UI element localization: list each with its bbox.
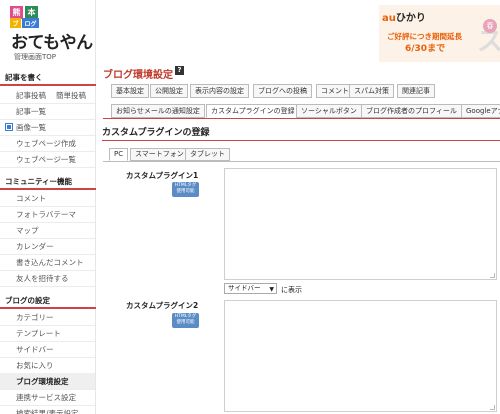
logo-box-4: ログ (22, 18, 39, 28)
tab-social-buttons[interactable]: ソーシャルボタン (296, 104, 362, 118)
sidebar-item-webpage-list[interactable]: ウェブページ一覧 (0, 151, 95, 168)
tab-public-settings[interactable]: 公開設定 (150, 84, 188, 98)
sidebar-item-photolove[interactable]: フォトラバテーマ (0, 206, 95, 223)
admin-top-link[interactable]: 管理画面TOP (14, 52, 56, 62)
tab-custom-plugin[interactable]: カスタムプラグインの登録 (206, 104, 300, 118)
chevron-down-icon: ▼ (269, 286, 274, 293)
section-heading-blog-settings: ブログの設定 (0, 292, 96, 309)
section-title: カスタムプラグインの登録 (102, 128, 210, 138)
sidebar-item-post-list[interactable]: 記事一覧 (0, 103, 95, 120)
sidebar-item-image-list[interactable]: 画像一覧 (0, 119, 95, 136)
sidebar-item-invite-friends[interactable]: 友人を招待する (0, 270, 95, 287)
tab-notification-mail[interactable]: お知らせメールの通知設定 (111, 104, 205, 118)
sidebar-item-label[interactable]: 記事投稿 (16, 91, 46, 100)
tab-author-profile[interactable]: ブログ作成者のプロフィール (361, 104, 462, 118)
ad-badge: 春 (483, 19, 497, 33)
sidebar-item-favorites[interactable]: お気に入り (0, 357, 95, 374)
plugin1-label: カスタムプラグイン1 (126, 171, 199, 180)
page-title: ブログ環境設定 (103, 70, 173, 81)
tab-spam-protection[interactable]: スパム対策 (349, 84, 394, 98)
main-content: auひかり ご好評につき期間延長 6/30まで ス 春 ブログ環境設定 ? 基本… (100, 0, 500, 414)
tab-basic-settings[interactable]: 基本設定 (111, 84, 149, 98)
tab-google-analytics[interactable]: Googleアナ (461, 104, 500, 118)
plugin2-label: カスタムプラグイン2 (126, 301, 199, 310)
sidebar-item-webpage-create[interactable]: ウェブページ作成 (0, 135, 95, 152)
tab-blog-posting[interactable]: ブログへの投稿 (253, 84, 312, 98)
sidebar-item-comments[interactable]: コメント (0, 190, 95, 207)
sidebar-item-template[interactable]: テンプレート (0, 325, 95, 342)
sidebar-item-sidebar[interactable]: サイドバー (0, 341, 95, 358)
sidebar-item-map[interactable]: マップ (0, 222, 95, 239)
section-heading-community: コミュニティー機能 (0, 173, 96, 190)
select-value: サイドバー (228, 284, 261, 292)
image-icon (5, 123, 13, 131)
resize-handle-icon[interactable] (490, 273, 495, 278)
sidebar-item-category[interactable]: カテゴリー (0, 309, 95, 326)
section-heading-write: 記事を書く (0, 69, 96, 86)
sidebar-item-label: 画像一覧 (16, 123, 46, 132)
sidebar-item-easy-post[interactable]: 簡単投稿 (56, 91, 86, 100)
sidebar-item-linked-services[interactable]: 連携サービス設定 (0, 389, 95, 406)
ad-brand: auひかり (382, 13, 426, 24)
sidebar-item-written-comments[interactable]: 書き込んだコメント (0, 254, 95, 271)
tab-related-posts[interactable]: 関連記事 (397, 84, 435, 98)
tab-bar-divider (103, 118, 500, 119)
sidebar-item-post[interactable]: 記事投稿 簡単投稿 (0, 87, 95, 104)
display-position-suffix: に表示 (281, 286, 302, 294)
logo-text: おてもやん (11, 33, 93, 53)
html-allowed-badge: HTMLタグ 使用可能 (172, 313, 199, 328)
sidebar: 熊 本 ブ ログ おてもやん 管理画面TOP 記事を書く 記事投稿 簡単投稿 記事… (0, 0, 96, 414)
sidebar-item-search-display[interactable]: 検索結果/表示設定 (0, 405, 95, 414)
logo-box-3: ブ (10, 18, 21, 28)
help-icon[interactable]: ? (175, 66, 184, 75)
ad-text-date: 6/30まで (405, 44, 446, 54)
sidebar-item-calendar[interactable]: カレンダー (0, 238, 95, 255)
sidebar-item-blog-environment[interactable]: ブログ環境設定 (0, 373, 95, 390)
html-allowed-badge: HTMLタグ 使用可能 (172, 182, 199, 197)
tab-smartphone[interactable]: スマートフォン (130, 148, 189, 161)
section-divider (102, 140, 500, 141)
tab-tablet[interactable]: タブレット (185, 148, 230, 161)
plugin2-textarea[interactable] (224, 300, 497, 412)
ad-banner[interactable]: auひかり ご好評につき期間延長 6/30まで ス 春 (379, 5, 500, 62)
inner-tab-divider (103, 161, 500, 162)
tab-pc[interactable]: PC (109, 148, 129, 161)
resize-handle-icon[interactable] (490, 405, 495, 410)
display-position-select[interactable]: サイドバー ▼ (224, 283, 277, 294)
plugin1-textarea[interactable] (224, 168, 497, 280)
tab-display-settings[interactable]: 表示内容の設定 (190, 84, 249, 98)
